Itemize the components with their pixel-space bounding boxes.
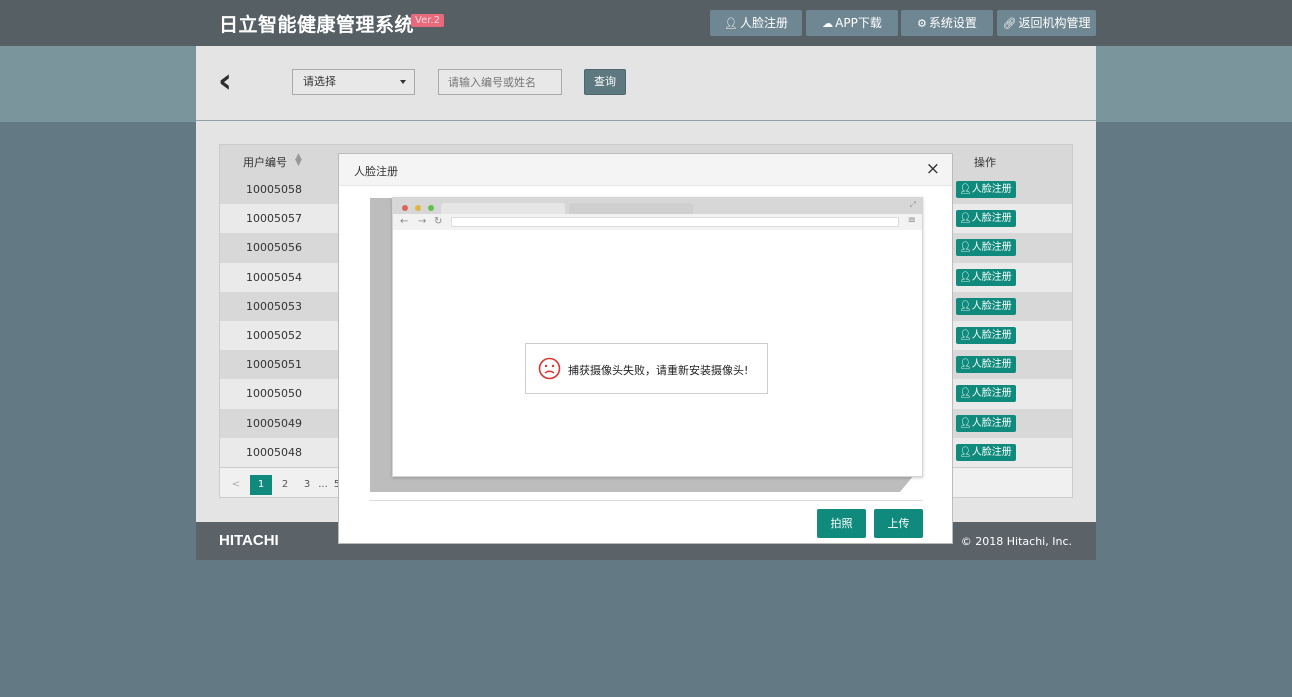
- face-register-button[interactable]: 👤︎人脸注册: [956, 443, 1016, 461]
- face-register-button[interactable]: 👤︎人脸注册: [956, 268, 1016, 286]
- user-icon: 👤︎: [959, 359, 972, 371]
- app-title: 日立智能健康管理系统: [219, 14, 415, 36]
- nav-label: 系统设置: [928, 16, 977, 30]
- face-register-button[interactable]: 👤︎人脸注册: [956, 385, 1016, 403]
- user-icon: 👤︎: [959, 446, 972, 458]
- button-label: 人脸注册: [971, 271, 1012, 283]
- user-id: 10005051: [246, 358, 302, 372]
- browser-tab: [441, 203, 565, 214]
- expand-icon: ⤢: [909, 200, 916, 209]
- nav-face-register-button[interactable]: 👤︎ 人脸注册: [710, 10, 802, 36]
- face-register-button[interactable]: 👤︎人脸注册: [956, 414, 1016, 432]
- nav-label: 人脸注册: [739, 16, 788, 30]
- capture-button[interactable]: 拍照: [817, 509, 866, 538]
- minimize-dot-icon: [415, 205, 421, 211]
- query-button[interactable]: 查询: [584, 69, 626, 95]
- button-label: 人脸注册: [971, 359, 1012, 371]
- page-button-1[interactable]: 1: [250, 475, 272, 495]
- forward-arrow-icon: →: [418, 216, 427, 227]
- button-label: 人脸注册: [971, 184, 1012, 195]
- maximize-dot-icon: [428, 205, 434, 211]
- close-dot-icon: [402, 205, 408, 211]
- column-header-id[interactable]: 用户编号: [243, 154, 287, 170]
- modal-header: 人脸注册 ×: [339, 154, 952, 186]
- face-register-button[interactable]: 👤︎人脸注册: [956, 356, 1016, 374]
- user-icon: 👤︎: [959, 329, 972, 341]
- button-label: 人脸注册: [971, 213, 1012, 225]
- nav-label: 返回机构管理: [1018, 16, 1091, 30]
- user-id: 10005049: [246, 416, 302, 430]
- face-register-button[interactable]: 👤︎人脸注册: [956, 181, 1016, 198]
- chevron-down-icon: [400, 80, 406, 84]
- search-input[interactable]: [438, 69, 562, 95]
- chevron-left-icon[interactable]: ‹: [218, 64, 232, 98]
- link-icon: 🔗︎: [1002, 17, 1017, 30]
- button-label: 人脸注册: [971, 417, 1012, 429]
- face-register-modal: 人脸注册 × ⤢ ← → ↻ ≡ 捕获摄像头失败，请重新安装摄像头! 拍照 上传: [338, 153, 953, 544]
- face-register-button[interactable]: 👤︎人脸注册: [956, 297, 1016, 315]
- column-header-operation: 操作: [974, 156, 996, 169]
- gear-icon: ⚙: [917, 17, 927, 30]
- nav-system-settings-button[interactable]: ⚙ 系统设置: [901, 10, 993, 36]
- page-button-2[interactable]: 2: [278, 475, 292, 495]
- address-bar: [451, 217, 899, 227]
- face-register-button[interactable]: 👤︎人脸注册: [956, 239, 1016, 257]
- nav-app-download-button[interactable]: ☁ APP下载: [806, 10, 898, 36]
- user-icon: 👤︎: [959, 271, 972, 283]
- user-id: 10005048: [246, 445, 302, 459]
- user-id: 10005052: [246, 328, 302, 342]
- prev-page-button[interactable]: <: [230, 475, 242, 495]
- error-message: 捕获摄像头失败，请重新安装摄像头!: [568, 364, 749, 377]
- page-ellipsis: ...: [318, 479, 328, 490]
- select-value: 请选择: [303, 75, 336, 88]
- user-icon: 👤︎: [959, 242, 972, 254]
- browser-chrome: ⤢ ← → ↻ ≡: [393, 198, 922, 230]
- upload-button[interactable]: 上传: [874, 509, 923, 538]
- browser-tab: [569, 203, 693, 214]
- top-bar: 日立智能健康管理系统 Ver.2 👤︎ 人脸注册 ☁ APP下载 ⚙ 系统设置 🔗︎ 返…: [0, 0, 1292, 46]
- user-id: 10005058: [246, 183, 302, 196]
- button-label: 人脸注册: [971, 242, 1012, 254]
- nav-back-to-org-button[interactable]: 🔗︎ 返回机构管理: [997, 10, 1096, 36]
- face-register-button[interactable]: 👤︎人脸注册: [956, 326, 1016, 344]
- search-bar: ‹ 请选择 查询: [196, 46, 1096, 121]
- menu-icon: ≡: [907, 215, 916, 226]
- page-button-3[interactable]: 3: [300, 475, 314, 495]
- sad-face-icon: [538, 357, 561, 380]
- user-id: 10005053: [246, 299, 302, 313]
- version-badge: Ver.2: [411, 14, 444, 27]
- reload-icon: ↻: [434, 216, 443, 227]
- close-icon[interactable]: ×: [926, 159, 940, 179]
- hitachi-logo: HITACHI: [219, 532, 279, 549]
- user-icon: 👤︎: [959, 388, 972, 400]
- button-label: 人脸注册: [971, 300, 1012, 312]
- face-register-button[interactable]: 👤︎人脸注册: [956, 210, 1016, 228]
- camera-preview-frame: ⤢ ← → ↻ ≡: [392, 197, 923, 477]
- filter-select[interactable]: 请选择: [292, 69, 415, 95]
- camera-error-box: 捕获摄像头失败，请重新安装摄像头!: [525, 343, 768, 394]
- browser-toolbar: ← → ↻ ≡: [393, 214, 922, 230]
- user-icon: 👤︎: [959, 184, 972, 195]
- cloud-download-icon: ☁: [822, 17, 834, 30]
- user-icon: 👤︎: [959, 417, 972, 429]
- nav-label: APP下载: [835, 16, 882, 30]
- user-icon: 👤︎: [724, 17, 738, 30]
- user-id: 10005056: [246, 241, 302, 255]
- user-icon: 👤︎: [959, 300, 972, 312]
- modal-divider: [369, 500, 923, 501]
- user-id: 10005050: [246, 387, 302, 401]
- button-label: 人脸注册: [971, 329, 1012, 341]
- user-id: 10005057: [246, 212, 302, 226]
- copyright-text: © 2018 Hitachi, Inc.: [960, 535, 1072, 548]
- user-icon: 👤︎: [959, 213, 972, 225]
- button-label: 人脸注册: [971, 388, 1012, 400]
- sort-icon[interactable]: ▲ ▼: [295, 153, 302, 168]
- back-arrow-icon: ←: [400, 216, 409, 227]
- modal-title: 人脸注册: [354, 165, 398, 178]
- button-label: 人脸注册: [971, 446, 1012, 458]
- user-id: 10005054: [246, 270, 302, 284]
